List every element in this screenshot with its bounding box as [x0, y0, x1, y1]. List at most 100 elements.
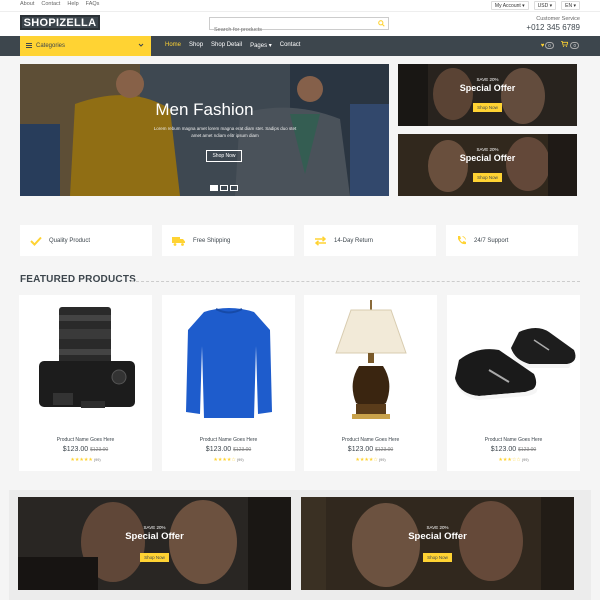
cart-count: 0 [570, 42, 579, 49]
heart-icon: ♥ [540, 42, 545, 49]
customer-service-label: Customer Service [536, 16, 580, 22]
offer-save-text: SAVE 20% [476, 77, 499, 82]
nav-item-pages[interactable]: Pages ▾ [250, 42, 272, 49]
price-old: $123.00 [518, 447, 537, 453]
product-image-shoes[interactable] [447, 295, 580, 425]
star-icons: ★★★☆☆ [498, 457, 521, 463]
feature-label: 24/7 Support [474, 237, 509, 244]
nav-item-contact[interactable]: Contact [280, 42, 301, 49]
price-current: $123.00 [490, 446, 517, 453]
header: SHOPIZELLA Customer Service +012 345 678… [0, 12, 600, 36]
feature-label: Quality Product [49, 237, 91, 244]
product-price: $123.00 $123.00 [304, 446, 437, 453]
truck-icon [172, 236, 186, 246]
offer-title: Special Offer [408, 531, 467, 542]
nav-icons: ♥ 0 0 [541, 41, 579, 49]
language-dropdown[interactable]: EN ▾ [561, 1, 580, 10]
price-old: $123.00 [233, 447, 252, 453]
carousel-dot-1[interactable] [210, 185, 218, 191]
product-card[interactable]: Product Name Goes Here $123.00 $123.00 ★★… [447, 295, 580, 471]
search-box [209, 17, 389, 36]
wishlist-count: 0 [545, 41, 554, 49]
offer-content: SAVE 20% Special Offer Shop Now [398, 147, 577, 184]
section-divider [131, 281, 580, 282]
link-help[interactable]: Help [67, 1, 78, 7]
account-dropdown[interactable]: My Account ▾ [490, 1, 529, 10]
hero-shop-now-button[interactable]: Shop Now [206, 150, 242, 162]
link-contact[interactable]: Contact [41, 1, 60, 7]
hero-title: Men Fashion [155, 100, 254, 119]
categories-label: Categories [36, 43, 66, 49]
review-count: (99) [378, 458, 386, 462]
logo[interactable]: SHOPIZELLA [20, 15, 100, 30]
offer-save-text: SAVE 20% [476, 147, 499, 152]
product-rating: ★★★★☆(99) [162, 457, 295, 463]
offer-banner-1[interactable]: SAVE 20% Special Offer Shop Now [398, 64, 577, 126]
currency-dropdown[interactable]: USD ▾ [533, 1, 557, 10]
offer-banner-2[interactable]: SAVE 20% Special Offer Shop Now [398, 134, 577, 196]
star-icons: ★★★★☆ [355, 457, 378, 463]
nav-item-shop[interactable]: Shop [189, 42, 203, 49]
customer-service: Customer Service +012 345 6789 [526, 16, 580, 32]
offer-shop-now-button[interactable]: Shop Now [423, 553, 452, 562]
search-input[interactable] [210, 24, 375, 36]
offer-content: SAVE 20% Special Offer Shop Now [18, 525, 291, 564]
offer-title: Special Offer [459, 153, 516, 163]
product-name[interactable]: Product Name Goes Here [447, 437, 580, 443]
price-current: $123.00 [62, 446, 89, 453]
star-icons: ★★★★☆ [213, 457, 236, 463]
star-icons: ★★★★★ [70, 457, 93, 463]
offer-save-text: SAVE 20% [426, 525, 449, 530]
product-card[interactable]: Product Name Goes Here $123.00 $123.00 ★★… [162, 295, 295, 471]
link-faqs[interactable]: FAQs [86, 1, 100, 7]
featured-products-title: FEATURED PRODUCTS [20, 274, 136, 285]
product-price: $123.00 $123.00 [447, 446, 580, 453]
offer-content: SAVE 20% Special Offer Shop Now [398, 77, 577, 114]
main-nav: Categories Home Shop Shop Detail Pages ▾… [0, 36, 600, 56]
carousel-indicators [210, 185, 238, 191]
product-rating: ★★★★★(99) [19, 457, 152, 463]
hero-carousel: Men Fashion Lorem rebum magna amet lorem… [20, 64, 389, 196]
carousel-dot-3[interactable] [230, 185, 238, 191]
product-price: $123.00 $123.00 [162, 446, 295, 453]
feature-support: 24/7 Support [446, 225, 578, 256]
offer-content: SAVE 20% Special Offer Shop Now [301, 525, 574, 564]
feature-quality: Quality Product [20, 225, 152, 256]
review-count: (99) [236, 458, 244, 462]
wishlist-button[interactable]: ♥ 0 [540, 41, 554, 49]
offer-shop-now-button[interactable]: Shop Now [473, 173, 502, 182]
product-image-lamp[interactable] [304, 295, 437, 425]
top-dropdowns: My Account ▾ USD ▾ EN ▾ [490, 1, 580, 10]
search-icon[interactable] [375, 18, 388, 29]
offer-shop-now-button[interactable]: Shop Now [140, 553, 169, 562]
product-rating: ★★★★☆(99) [304, 457, 437, 463]
exchange-icon [314, 235, 327, 246]
offer-banner-4[interactable]: SAVE 20% Special Offer Shop Now [301, 497, 574, 590]
offer-banner-3[interactable]: SAVE 20% Special Offer Shop Now [18, 497, 291, 590]
review-count: (99) [93, 458, 101, 462]
cart-button[interactable]: 0 [560, 41, 579, 49]
feature-return: 14-Day Return [304, 225, 436, 256]
product-card[interactable]: Product Name Goes Here $123.00 $123.00 ★★… [304, 295, 437, 471]
check-icon [30, 236, 42, 246]
categories-dropdown[interactable]: Categories [20, 36, 151, 56]
nav-item-home[interactable]: Home [165, 42, 181, 49]
offer-shop-now-button[interactable]: Shop Now [473, 103, 502, 112]
offer-title: Special Offer [125, 531, 184, 542]
carousel-dot-2[interactable] [220, 185, 228, 191]
product-name[interactable]: Product Name Goes Here [162, 437, 295, 443]
top-bar: About Contact Help FAQs My Account ▾ USD… [0, 0, 600, 12]
product-price: $123.00 $123.00 [19, 446, 152, 453]
nav-item-shop-detail[interactable]: Shop Detail [211, 42, 242, 49]
nav-menu: Home Shop Shop Detail Pages ▾ Contact [165, 42, 300, 49]
product-image-sweater[interactable] [162, 295, 295, 425]
offer-title: Special Offer [459, 83, 516, 93]
top-links: About Contact Help FAQs [20, 1, 99, 7]
product-name[interactable]: Product Name Goes Here [304, 437, 437, 443]
product-card[interactable]: Product Name Goes Here $123.00 $123.00 ★★… [19, 295, 152, 471]
product-rating: ★★★☆☆(99) [447, 457, 580, 463]
feature-label: Free Shipping [193, 237, 231, 244]
product-image-camera[interactable] [19, 295, 152, 425]
link-about[interactable]: About [20, 1, 34, 7]
product-name[interactable]: Product Name Goes Here [19, 437, 152, 443]
